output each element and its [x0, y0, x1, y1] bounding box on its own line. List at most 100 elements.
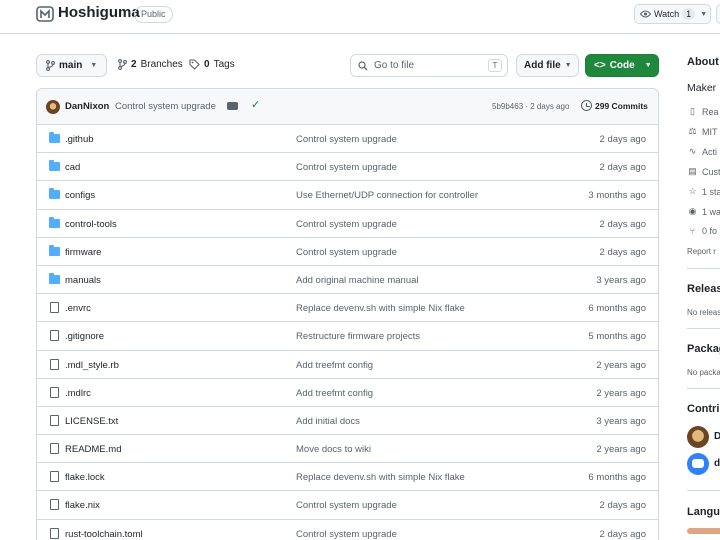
file-name-link[interactable]: rust-toolchain.toml [65, 529, 143, 540]
branches-link[interactable]: 2 Branches [118, 59, 183, 70]
file-name-link[interactable]: .gitignore [65, 331, 104, 342]
file-name-link[interactable]: cad [65, 162, 80, 173]
file-name-link[interactable]: README.md [65, 444, 121, 455]
releases-heading[interactable]: Releas [687, 283, 720, 295]
sidebar-link[interactable]: ☆ 1 sta [687, 186, 720, 197]
file-commit-message[interactable]: Move docs to wiki [296, 444, 371, 455]
file-commit-date: 2 days ago [599, 218, 646, 230]
go-to-file-search[interactable]: T [350, 54, 508, 77]
code-brackets-icon: <> [594, 60, 606, 71]
file-commit-date: 3 years ago [596, 415, 646, 427]
watch-button[interactable]: Watch 1 ▼ [634, 4, 711, 24]
file-commit-message[interactable]: Add treefmt config [296, 360, 373, 371]
fork-button[interactable] [716, 4, 720, 24]
check-icon[interactable]: ✓ [251, 98, 260, 111]
file-name-link[interactable]: manuals [65, 275, 101, 286]
file-row[interactable]: .github Control system upgrade 2 days ago [37, 125, 658, 154]
file-icon [50, 499, 59, 511]
file-row[interactable]: cad Control system upgrade 2 days ago [37, 153, 658, 182]
file-commit-message[interactable]: Add original machine manual [296, 275, 419, 286]
file-commit-message[interactable]: Control system upgrade [296, 162, 397, 173]
sidebar-link[interactable]: ⑂ 0 fo [687, 226, 717, 236]
file-name-link[interactable]: firmware [65, 247, 101, 258]
file-row[interactable]: manuals Add original machine manual 3 year… [37, 266, 658, 295]
search-input[interactable] [374, 60, 486, 71]
repo-header: Hoshiguma Public Watch 1 ▼ [0, 0, 720, 34]
file-commit-date: 2 years ago [596, 387, 646, 399]
code-button[interactable]: <> Code ▼ [585, 54, 659, 77]
file-name-link[interactable]: .mdlrc [65, 388, 91, 399]
folder-icon [49, 188, 60, 200]
file-name-link[interactable]: configs [65, 190, 95, 201]
avatar[interactable] [46, 100, 60, 114]
add-file-button[interactable]: Add file ▼ [516, 54, 579, 77]
divider [687, 490, 720, 491]
file-row[interactable]: .mdl_style.rb Add treefmt config 2 years a… [37, 351, 658, 379]
commits-count[interactable]: 299 Commits [595, 101, 648, 111]
file-commit-message[interactable]: Add initial docs [296, 416, 360, 427]
sidebar-link-label: Acti [702, 146, 718, 157]
repo-name[interactable]: Hoshiguma [58, 4, 140, 21]
file-name-link[interactable]: control-tools [65, 219, 117, 230]
book-icon: ▯ [690, 106, 695, 116]
file-row[interactable]: rust-toolchain.toml Control system upgrad… [37, 520, 658, 540]
file-row[interactable]: LICENSE.txt Add initial docs 3 years ago [37, 407, 658, 436]
file-row[interactable]: firmware Control system upgrade 2 days ago [37, 238, 658, 266]
report-link[interactable]: Report r [687, 247, 716, 256]
sidebar-link[interactable]: ⚖ MIT [687, 126, 718, 137]
scale-icon: ⚖ [688, 126, 697, 136]
file-commit-message[interactable]: Control system upgrade [296, 529, 397, 540]
latest-commit-bar: DanNixon Control system upgrade ✓ 5b9b46… [37, 89, 658, 125]
commit-message[interactable]: Control system upgrade [115, 101, 216, 112]
avatar[interactable] [687, 426, 709, 448]
contributors-heading[interactable]: Contri [687, 403, 719, 415]
contributor-name[interactable]: D [714, 431, 720, 442]
sidebar-link[interactable]: ∿ Acti [687, 146, 717, 157]
file-commit-date: 3 years ago [596, 274, 646, 286]
sidebar-link[interactable]: ◉ 1 wa [687, 206, 720, 217]
branch-selector-button[interactable]: main ▼ [36, 54, 107, 77]
releases-text: No releas [687, 308, 720, 317]
sidebar-link[interactable]: ▤ Cust [687, 166, 720, 177]
file-name-link[interactable]: .envrc [65, 303, 91, 314]
branches-count: 2 [131, 59, 137, 70]
ellipsis-icon[interactable] [227, 102, 238, 110]
file-name-link[interactable]: flake.lock [65, 472, 105, 483]
sidebar-link[interactable]: ▯ Rea [687, 106, 719, 117]
watch-count: 1 [682, 8, 696, 20]
file-commit-message[interactable]: Replace devenv.sh with simple Nix flake [296, 303, 465, 314]
tags-link[interactable]: 0 Tags [189, 59, 235, 70]
file-commit-message[interactable]: Use Ethernet/UDP connection for controll… [296, 190, 478, 201]
file-rows: .github Control system upgrade 2 days ago c… [37, 125, 658, 540]
avatar[interactable] [687, 453, 709, 475]
sidebar-link-label: MIT [702, 126, 718, 137]
file-row[interactable]: flake.lock Replace devenv.sh with simple … [37, 463, 658, 492]
packages-heading[interactable]: Packag [687, 343, 720, 355]
star-icon: ☆ [688, 186, 697, 196]
file-commit-message[interactable]: Add treefmt config [296, 388, 373, 399]
file-name-link[interactable]: LICENSE.txt [65, 416, 118, 427]
file-row[interactable]: flake.nix Control system upgrade 2 days ag… [37, 491, 658, 520]
file-row[interactable]: control-tools Control system upgrade 2 day… [37, 210, 658, 238]
file-commit-message[interactable]: Control system upgrade [296, 134, 397, 145]
file-name-link[interactable]: .mdl_style.rb [65, 360, 119, 371]
file-name-link[interactable]: flake.nix [65, 500, 100, 511]
file-commit-message[interactable]: Control system upgrade [296, 219, 397, 230]
contributor-name[interactable]: d [714, 458, 720, 469]
file-name-link[interactable]: .github [65, 134, 94, 145]
commit-author[interactable]: DanNixon [65, 101, 109, 112]
sidebar-link-label: 1 wa [702, 206, 720, 217]
sidebar-link-label: Cust [702, 166, 720, 177]
divider [687, 388, 720, 389]
file-row[interactable]: .mdlrc Add treefmt config 2 years ago [37, 379, 658, 407]
file-row[interactable]: .envrc Replace devenv.sh with simple Nix … [37, 294, 658, 323]
file-commit-date: 2 days ago [599, 134, 646, 145]
commit-hash-time[interactable]: 5b9b463 · 2 days ago [492, 102, 569, 111]
file-commit-message[interactable]: Replace devenv.sh with simple Nix flake [296, 472, 465, 483]
file-commit-message[interactable]: Control system upgrade [296, 247, 397, 258]
file-row[interactable]: .gitignore Restructure firmware projects 5… [37, 322, 658, 351]
file-row[interactable]: configs Use Ethernet/UDP connection for c… [37, 181, 658, 210]
file-row[interactable]: README.md Move docs to wiki 2 years ago [37, 435, 658, 464]
file-commit-message[interactable]: Restructure firmware projects [296, 331, 420, 342]
file-commit-message[interactable]: Control system upgrade [296, 500, 397, 511]
